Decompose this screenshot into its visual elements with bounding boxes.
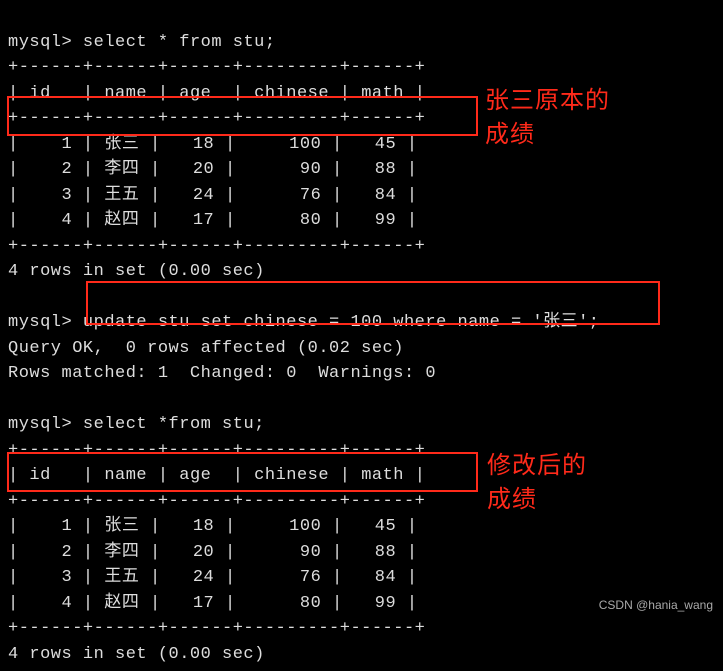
col-id: id <box>29 466 50 485</box>
cell: 100 <box>289 517 321 536</box>
cell: 王五 <box>104 186 139 205</box>
rows-matched: Rows matched: 1 Changed: 0 Warnings: 0 <box>8 364 436 383</box>
col-name: name <box>104 84 147 103</box>
col-age: age <box>179 84 211 103</box>
mysql-prompt: mysql> <box>8 33 72 52</box>
cell: 17 <box>193 211 214 230</box>
cell: 84 <box>375 568 396 587</box>
cell: 李四 <box>104 160 139 179</box>
cell: 90 <box>300 543 321 562</box>
cell: 76 <box>300 568 321 587</box>
cell: 李四 <box>104 543 139 562</box>
annotation-after-line1: 修改后的 <box>487 453 587 479</box>
mysql-prompt: mysql> <box>8 415 72 434</box>
annotation-before: 张三原本的 成绩 <box>485 85 610 152</box>
cell: 1 <box>62 517 73 536</box>
rows-in-set-1: 4 rows in set (0.00 sec) <box>8 262 265 281</box>
select-query-2: select *from stu; <box>83 415 265 434</box>
terminal-output: mysql> select * from stu; +------+------… <box>0 0 723 671</box>
cell: 3 <box>62 568 73 587</box>
cell: 99 <box>375 594 396 613</box>
cell: 80 <box>300 594 321 613</box>
cell: 84 <box>375 186 396 205</box>
cell: 赵四 <box>104 594 139 613</box>
cell: 80 <box>300 211 321 230</box>
cell: 2 <box>62 543 73 562</box>
col-chinese: chinese <box>254 84 329 103</box>
watermark: CSDN @hania_wang <box>599 598 713 612</box>
cell: 76 <box>300 186 321 205</box>
cell: 24 <box>193 568 214 587</box>
rows-in-set-2: 4 rows in set (0.00 sec) <box>8 645 265 664</box>
annotation-before-line2: 成绩 <box>485 122 535 148</box>
annotation-before-line1: 张三原本的 <box>485 88 610 114</box>
cell: 24 <box>193 186 214 205</box>
cell: 90 <box>300 160 321 179</box>
cell: 20 <box>193 543 214 562</box>
annotation-after: 修改后的 成绩 <box>487 450 587 517</box>
col-name: name <box>104 466 147 485</box>
col-age: age <box>179 466 211 485</box>
select-query-1: select * from stu; <box>83 33 276 52</box>
cell: 张三 <box>104 517 139 536</box>
col-math: math <box>361 466 404 485</box>
cell: 45 <box>375 135 396 154</box>
cell: 张三 <box>104 135 139 154</box>
cell: 88 <box>375 543 396 562</box>
cell: 20 <box>193 160 214 179</box>
cell: 赵四 <box>104 211 139 230</box>
col-id: id <box>29 84 50 103</box>
cell: 4 <box>62 594 73 613</box>
cell: 17 <box>193 594 214 613</box>
cell: 99 <box>375 211 396 230</box>
col-math: math <box>361 84 404 103</box>
cell: 4 <box>62 211 73 230</box>
annotation-after-line2: 成绩 <box>487 487 537 513</box>
col-chinese: chinese <box>254 466 329 485</box>
cell: 88 <box>375 160 396 179</box>
mysql-prompt: mysql> <box>8 313 72 332</box>
cell: 100 <box>289 135 321 154</box>
cell: 1 <box>62 135 73 154</box>
cell: 18 <box>193 135 214 154</box>
update-query: update stu set chinese = 100 where name … <box>83 313 600 332</box>
cell: 王五 <box>104 568 139 587</box>
cell: 18 <box>193 517 214 536</box>
cell: 2 <box>62 160 73 179</box>
cell: 3 <box>62 186 73 205</box>
cell: 45 <box>375 517 396 536</box>
query-ok: Query OK, 0 rows affected (0.02 sec) <box>8 339 404 358</box>
